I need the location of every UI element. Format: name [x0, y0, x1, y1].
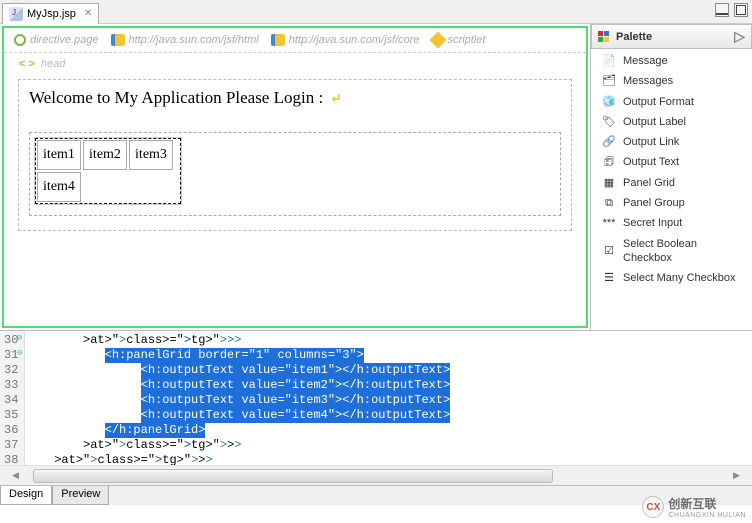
- palette-item-output-text[interactable]: 🗊Output Text: [593, 152, 750, 172]
- panel-grid-icon: ▦: [601, 176, 617, 190]
- taglib-icon: [111, 34, 125, 46]
- scriptlet[interactable]: scriptlet: [432, 34, 486, 46]
- file-tab-label: MyJsp.jsp: [27, 8, 76, 20]
- design-canvas: directive.page http://java.sun.com/jsf/h…: [2, 26, 588, 328]
- palette-panel: Palette ▷ 📄Message 🗂Messages 🧊Output For…: [590, 24, 752, 330]
- chevron-right-icon[interactable]: ▷: [734, 28, 745, 45]
- directive-page[interactable]: directive.page: [14, 34, 99, 46]
- scroll-right-icon[interactable]: ▶: [733, 470, 740, 481]
- palette-item-messages[interactable]: 🗂Messages: [593, 71, 750, 91]
- palette-icon: [598, 31, 610, 43]
- file-tab[interactable]: MyJsp.jsp ✕: [2, 3, 99, 24]
- palette-item-select-many-checkbox[interactable]: ☰Select Many Checkbox: [593, 268, 750, 288]
- panel-group-icon: ⧉: [601, 196, 617, 210]
- output-text-icon: 🗊: [601, 156, 617, 170]
- palette-header[interactable]: Palette ▷: [591, 24, 752, 49]
- jsp-file-icon: [9, 7, 23, 21]
- scroll-left-icon[interactable]: ◀: [12, 470, 19, 481]
- directive-bar: directive.page http://java.sun.com/jsf/h…: [4, 28, 586, 53]
- body-element[interactable]: Welcome to My Application Please Login :…: [18, 79, 572, 231]
- palette-item-select-boolean-checkbox[interactable]: ☑Select Boolean Checkbox: [593, 234, 750, 269]
- newline-icon: [329, 92, 341, 104]
- watermark-logo: CX: [642, 496, 664, 518]
- form-container[interactable]: item1 item2 item3 item4: [29, 132, 561, 216]
- palette-item-panel-grid[interactable]: ▦Panel Grid: [593, 173, 750, 193]
- checkbox-icon: ☑: [601, 244, 617, 258]
- head-element[interactable]: < > head: [4, 53, 586, 75]
- grid-cell[interactable]: item3: [129, 140, 173, 170]
- palette-title: Palette: [616, 31, 652, 43]
- tag-icon: < >: [19, 58, 35, 70]
- secret-input-icon: ***: [601, 217, 617, 231]
- palette-item-secret-input[interactable]: ***Secret Input: [593, 213, 750, 233]
- scroll-thumb[interactable]: [33, 469, 553, 483]
- tab-design[interactable]: Design: [0, 486, 52, 505]
- output-label-icon: 🏷: [601, 115, 617, 129]
- taglib-html[interactable]: http://java.sun.com/jsf/html: [111, 34, 259, 46]
- minimize-icon[interactable]: [715, 3, 729, 17]
- maximize-icon[interactable]: [734, 3, 748, 17]
- messages-icon: 🗂: [601, 74, 617, 88]
- editor-tab-bar: MyJsp.jsp ✕: [0, 0, 752, 24]
- watermark: CX 创新互联 CHUANGXIN HULIAN: [642, 495, 746, 519]
- close-icon[interactable]: ✕: [84, 8, 92, 19]
- editor-mode-tabs: Design Preview: [0, 485, 752, 505]
- taglib-core[interactable]: http://java.sun.com/jsf/core: [271, 34, 420, 46]
- line-gutter: 30⊖31⊖3233343536373839: [0, 331, 25, 465]
- palette-item-panel-group[interactable]: ⧉Panel Group: [593, 193, 750, 213]
- palette-item-output-label[interactable]: 🏷Output Label: [593, 112, 750, 132]
- page-directive-icon: [14, 34, 26, 46]
- output-link-icon: 🔗: [601, 135, 617, 149]
- scroll-track[interactable]: [21, 468, 731, 484]
- tab-preview[interactable]: Preview: [52, 486, 109, 505]
- horizontal-scrollbar[interactable]: ◀ ▶: [0, 465, 752, 485]
- grid-cell[interactable]: item4: [37, 172, 81, 202]
- source-editor[interactable]: 30⊖31⊖3233343536373839 >at>">class>=">tg…: [0, 330, 752, 485]
- scriptlet-icon: [429, 32, 446, 49]
- palette-item-output-link[interactable]: 🔗Output Link: [593, 132, 750, 152]
- panel-grid[interactable]: item1 item2 item3 item4: [34, 137, 182, 205]
- palette-item-message[interactable]: 📄Message: [593, 51, 750, 71]
- taglib-icon: [271, 34, 285, 46]
- palette-item-output-format[interactable]: 🧊Output Format: [593, 92, 750, 112]
- grid-cell[interactable]: item1: [37, 140, 81, 170]
- many-checkbox-icon: ☰: [601, 271, 617, 285]
- output-format-icon: 🧊: [601, 95, 617, 109]
- welcome-text[interactable]: Welcome to My Application Please Login :: [29, 88, 341, 108]
- grid-cell[interactable]: item2: [83, 140, 127, 170]
- palette-list: 📄Message 🗂Messages 🧊Output Format 🏷Outpu…: [591, 49, 752, 330]
- code-content[interactable]: >at>">class>=">tg>">>> <h:panelGrid bord…: [25, 331, 752, 465]
- message-icon: 📄: [601, 54, 617, 68]
